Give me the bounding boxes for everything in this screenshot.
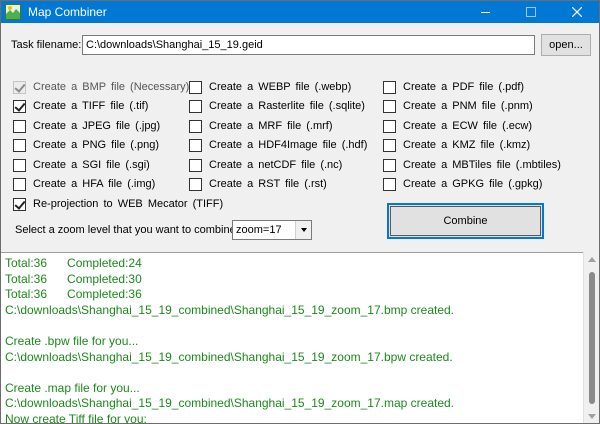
reprojection-label: Re-projection to WEB Mecator (TIFF) [33, 198, 224, 210]
format-label: Create a KMZ file (.kmz) [403, 139, 531, 151]
format-label: Create a JPEG file (.jpg) [33, 120, 161, 132]
format-label: Create a Rasterlite file (.sqlite) [209, 100, 365, 112]
log-line: Now create Tiff file for you: [5, 411, 147, 424]
log-line: C:\downloads\Shanghai_15_19_combined\Sha… [5, 302, 455, 317]
scroll-thumb[interactable] [589, 272, 595, 404]
checkbox-box[interactable] [383, 99, 396, 113]
map-app-icon [5, 4, 21, 20]
checkbox-box[interactable] [189, 80, 202, 94]
log-line: Total:36 Completed:36 [5, 287, 142, 302]
checkbox-box[interactable] [189, 119, 202, 133]
checkbox-box[interactable] [189, 138, 202, 152]
checkbox-box[interactable] [13, 197, 26, 211]
format-label: Create a MBTiles file (.mbtiles) [403, 159, 561, 171]
checkbox-box[interactable] [383, 138, 396, 152]
checkbox-box[interactable] [189, 99, 202, 113]
checkbox-box[interactable] [13, 119, 26, 133]
format-label: Create a BMP file (Necessary) [33, 81, 190, 93]
checkbox-box[interactable] [383, 119, 396, 133]
format-checkbox[interactable]: Create a PNM file (.pnm) [383, 99, 533, 113]
maximize-button[interactable] [508, 1, 553, 23]
format-label: Create a PNG file (.png) [33, 139, 159, 151]
output-log[interactable]: Total:36 Completed:24 Total:36 Completed:… [1, 252, 583, 424]
window-title: Map Combiner [28, 5, 107, 19]
format-label: Create a WEBP file (.webp) [209, 81, 352, 93]
format-checkbox[interactable]: Create a HDF4Image file (.hdf) [189, 138, 367, 152]
open-button[interactable]: open... [541, 34, 591, 56]
map-combiner-window: Map Combiner Task filename: C:\downloads… [0, 0, 600, 424]
checkbox-box[interactable] [189, 177, 202, 191]
log-line: Create .map file for you... [5, 380, 140, 395]
format-checkbox[interactable]: Create a HFA file (.img) [13, 177, 155, 191]
format-checkbox[interactable]: Create a RST file (.rst) [189, 177, 327, 191]
title-bar[interactable]: Map Combiner [1, 1, 599, 23]
format-label: Create a MRF file (.mrf) [209, 120, 333, 132]
log-line: Create .bpw file for you... [5, 333, 139, 348]
format-checkbox[interactable]: Create a MRF file (.mrf) [189, 119, 333, 133]
task-filename-field[interactable]: C:\downloads\Shanghai_15_19.geid [82, 35, 535, 55]
format-checkbox[interactable]: Create a JPEG file (.jpg) [13, 119, 160, 133]
format-label: Create a RST file (.rst) [209, 178, 327, 190]
checkbox-box[interactable] [383, 177, 396, 191]
format-label: Create a SGI file (.sgi) [33, 159, 150, 171]
format-checkbox[interactable]: Create a WEBP file (.webp) [189, 80, 351, 94]
format-label: Create a HFA file (.img) [33, 178, 156, 190]
task-filename-label: Task filename: [11, 39, 82, 51]
format-label: Create a ECW file (.ecw) [403, 120, 533, 132]
log-scrollbar[interactable] [583, 252, 599, 423]
format-label: Create a GPKG file (.gpkg) [403, 178, 543, 190]
checkbox-box[interactable] [13, 138, 26, 152]
dropdown-arrow-icon[interactable] [295, 221, 311, 239]
format-label: Create a PDF file (.pdf) [403, 81, 525, 93]
log-line: C:\downloads\Shanghai_15_19_combined\Sha… [5, 396, 455, 411]
checkbox-box[interactable] [13, 177, 26, 191]
close-button[interactable] [554, 1, 599, 23]
format-checkbox[interactable]: Create a TIFF file (.tif) [13, 99, 148, 113]
format-checkbox[interactable]: Create a KMZ file (.kmz) [383, 138, 530, 152]
scroll-up-icon[interactable] [588, 257, 596, 262]
format-checkbox[interactable]: Create a PNG file (.png) [13, 138, 159, 152]
log-line: Total:36 Completed:24 [5, 256, 142, 270]
format-label: Create a TIFF file (.tif) [33, 100, 149, 112]
checkbox-box[interactable] [383, 158, 396, 172]
format-checkbox[interactable]: Create a SGI file (.sgi) [13, 158, 150, 172]
format-label: Create a PNM file (.pnm) [403, 100, 533, 112]
combine-button[interactable]: Combine [387, 203, 544, 239]
zoom-level-select[interactable]: zoom=17 [232, 220, 312, 240]
log-line: Total:36 Completed:30 [5, 271, 142, 286]
format-checkbox[interactable]: Create a Rasterlite file (.sqlite) [189, 99, 365, 113]
format-checkbox[interactable]: Create a MBTiles file (.mbtiles) [383, 158, 561, 172]
checkbox-box [13, 80, 26, 94]
format-label: Create a HDF4Image file (.hdf) [209, 139, 368, 151]
reprojection-checkbox[interactable]: Re-projection to WEB Mecator (TIFF) [13, 197, 223, 211]
format-checkbox[interactable]: Create a ECW file (.ecw) [383, 119, 532, 133]
zoom-level-value: zoom=17 [236, 224, 282, 236]
format-checkbox: Create a BMP file (Necessary) [13, 80, 189, 94]
checkbox-box[interactable] [13, 99, 26, 113]
zoom-level-label: Select a zoom level that you want to com… [15, 224, 239, 236]
format-checkbox[interactable]: Create a GPKG file (.gpkg) [383, 177, 542, 191]
minimize-button[interactable] [463, 1, 508, 23]
scroll-down-icon[interactable] [588, 414, 596, 419]
format-checkbox[interactable]: Create a netCDF file (.nc) [189, 158, 342, 172]
close-icon [572, 7, 582, 17]
format-label: Create a netCDF file (.nc) [209, 159, 343, 171]
format-checkbox[interactable]: Create a PDF file (.pdf) [383, 80, 524, 94]
checkbox-box[interactable] [189, 158, 202, 172]
checkbox-box[interactable] [383, 80, 396, 94]
log-line: C:\downloads\Shanghai_15_19_combined\Sha… [5, 349, 453, 364]
checkbox-box[interactable] [13, 158, 26, 172]
